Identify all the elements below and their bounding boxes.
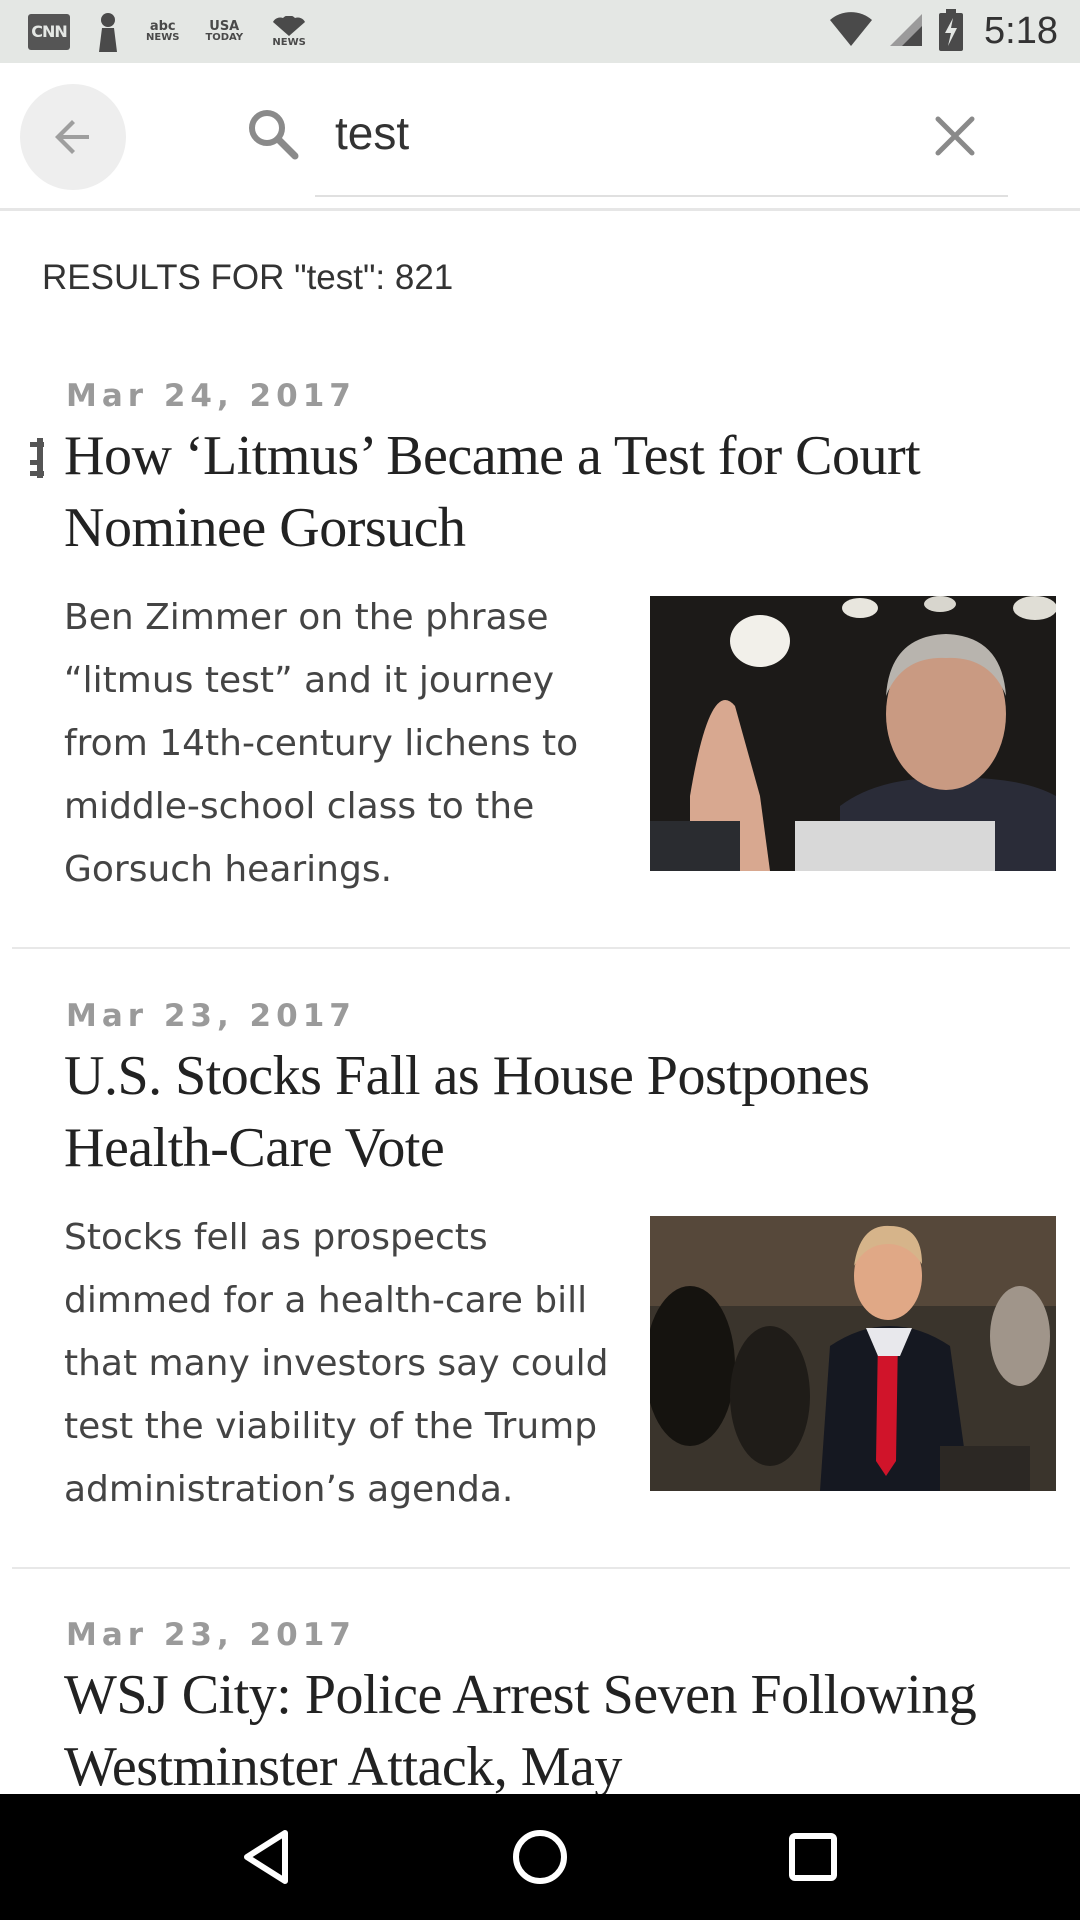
article-summary: Stocks fell as prospects dimmed for a he…	[64, 1217, 609, 1510]
circle-home-icon	[512, 1830, 567, 1884]
square-recents-icon	[789, 1833, 838, 1881]
triangle-back-icon	[243, 1830, 288, 1884]
nav-home-button[interactable]	[500, 1817, 580, 1897]
back-button[interactable]	[20, 84, 126, 190]
bookmark-icon[interactable]	[30, 438, 50, 478]
search-underline	[315, 195, 1008, 197]
article-date: Mar 23, 2017	[66, 1617, 356, 1653]
nav-back-button[interactable]	[227, 1817, 307, 1897]
cellular-signal-icon	[888, 12, 924, 52]
search-header	[0, 63, 1080, 211]
abc-news-icon: abc NEWS	[146, 19, 180, 43]
arrow-back-icon	[55, 120, 89, 154]
article-date: Mar 23, 2017	[66, 998, 356, 1034]
article-title[interactable]: U.S. Stocks Fall as House Postpones Heal…	[64, 1040, 1024, 1184]
search-icon	[249, 110, 299, 160]
battery-charging-icon	[938, 8, 964, 55]
nbc-news-icon: NEWS	[269, 15, 309, 48]
notification-icons: CNN abc NEWS USA TODAY NEWS	[28, 12, 309, 52]
status-time: 5:18	[984, 10, 1058, 52]
results-count: RESULTS FOR "test": 821	[42, 258, 454, 297]
navigation-bar	[0, 1794, 1080, 1920]
article-title[interactable]: WSJ City: Police Arrest Seven Following …	[64, 1659, 1024, 1803]
person-icon	[96, 12, 120, 52]
usa-today-icon: USA TODAY	[205, 19, 244, 43]
article-summary: Ben Zimmer on the phrase “litmus test” a…	[64, 597, 579, 890]
clear-search-button[interactable]	[930, 111, 980, 161]
cnn-icon: CNN	[28, 13, 70, 50]
article-thumbnail[interactable]	[650, 1216, 1056, 1491]
article-thumbnail[interactable]	[650, 596, 1056, 871]
article-divider	[12, 1567, 1070, 1569]
status-bar: CNN abc NEWS USA TODAY NEWS 5:18	[0, 0, 1080, 63]
system-icons: 5:18	[828, 8, 1058, 55]
article-divider	[12, 947, 1070, 949]
nav-recents-button[interactable]	[773, 1817, 853, 1897]
article-date: Mar 24, 2017	[66, 378, 356, 414]
article-title[interactable]: How ‘Litmus’ Became a Test for Court Nom…	[64, 420, 1024, 564]
wifi-icon	[828, 11, 874, 52]
search-input[interactable]	[335, 103, 895, 163]
